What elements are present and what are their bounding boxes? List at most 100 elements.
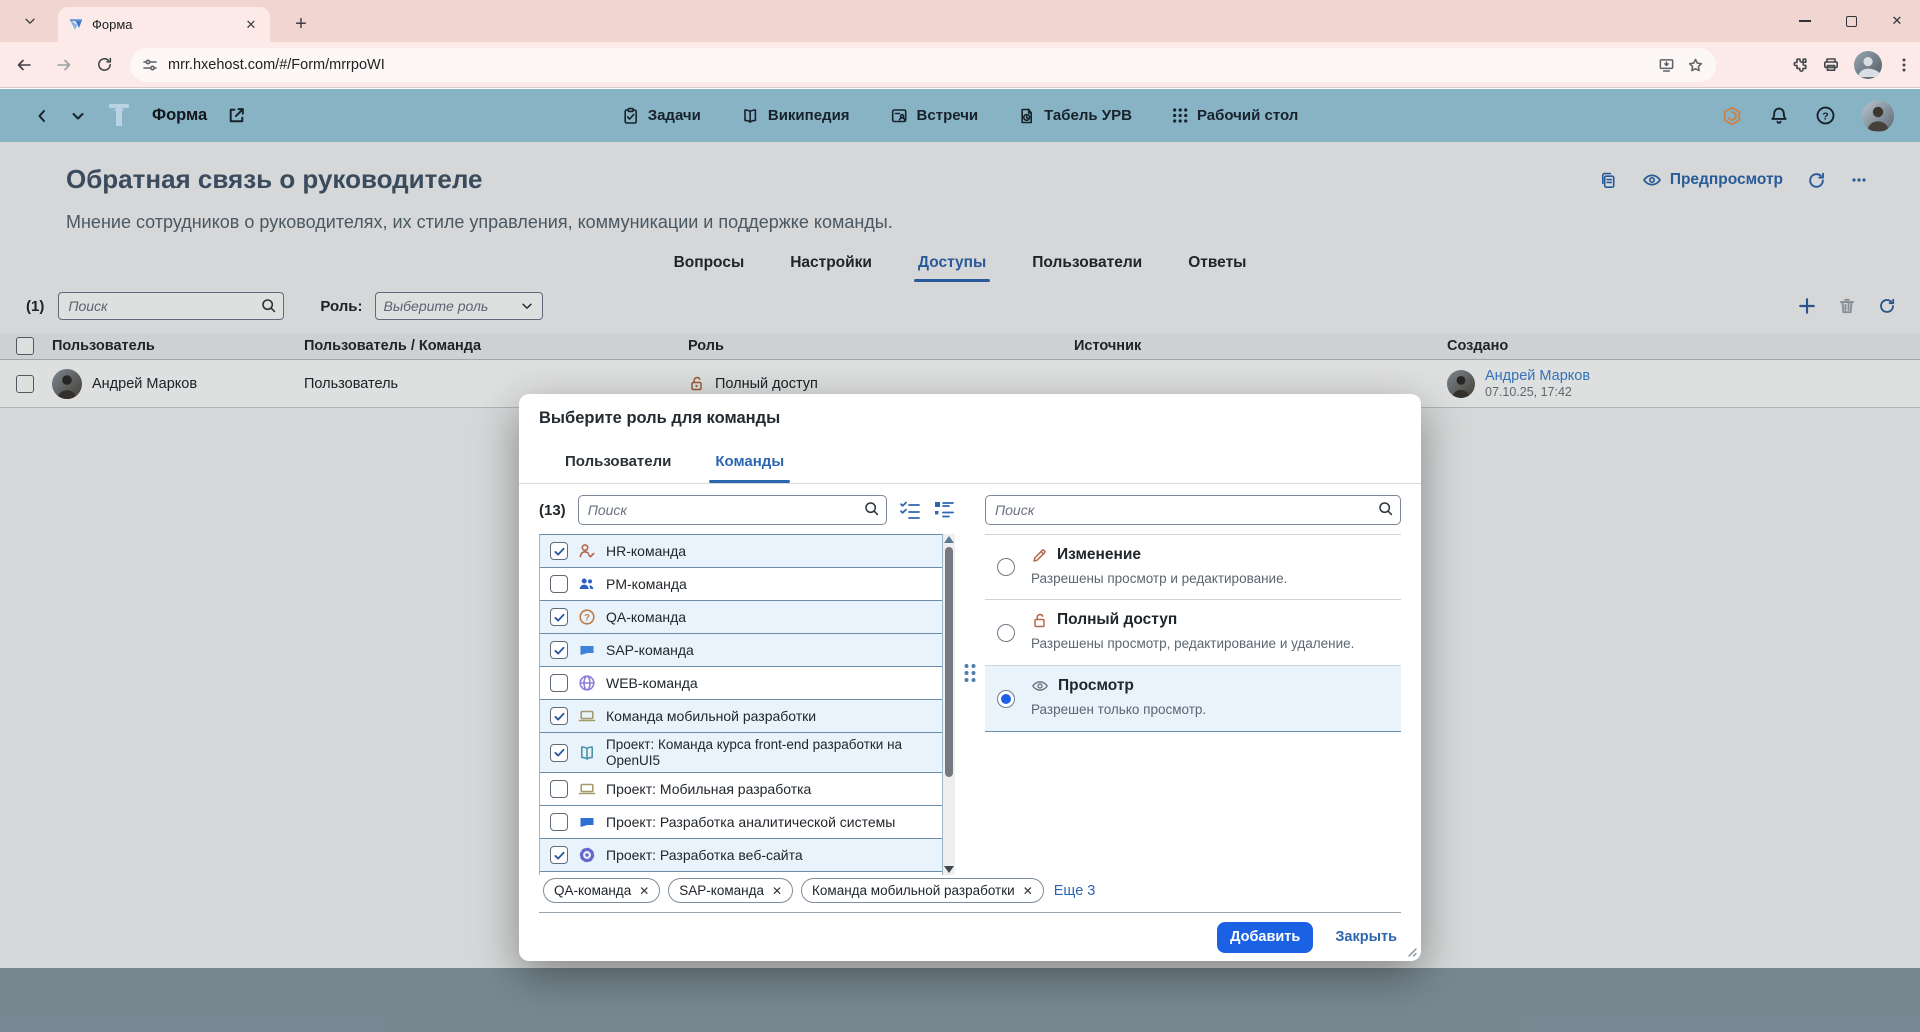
- multiselect-icon[interactable]: [899, 500, 921, 520]
- bookmark-star-icon[interactable]: [1687, 57, 1704, 74]
- new-tab-button[interactable]: +: [286, 9, 316, 39]
- team-checkbox[interactable]: [550, 641, 568, 659]
- url-text: mrr.hxehost.com/#/Form/mrrpoWI: [168, 57, 1646, 73]
- nav-item-wiki[interactable]: Википедия: [741, 107, 850, 125]
- roles-search: [985, 495, 1401, 525]
- role-option-full-access[interactable]: Полный доступ Разрешены просмотр, редакт…: [985, 600, 1401, 666]
- chip-remove-icon[interactable]: ✕: [639, 884, 649, 898]
- address-bar[interactable]: mrr.hxehost.com/#/Form/mrrpoWI: [130, 48, 1716, 82]
- team-row-mobile-team[interactable]: Команда мобильной разработки: [540, 700, 942, 733]
- open-external-icon[interactable]: [227, 106, 246, 125]
- teams-search: [578, 495, 887, 525]
- role-title: Изменение: [1057, 546, 1141, 564]
- list-view-icon[interactable]: [933, 500, 955, 520]
- teams-list: HR-команда PM-команда ?: [539, 534, 943, 875]
- window-minimize-button[interactable]: [1782, 0, 1828, 42]
- browser-profile-avatar[interactable]: [1854, 51, 1882, 79]
- selected-teams-field[interactable]: QA-команда ✕ SAP-команда ✕ Команда мобил…: [539, 875, 1401, 913]
- team-row-analytics-project[interactable]: Проект: Разработка аналитической системы: [540, 806, 942, 839]
- scroll-down-icon[interactable]: [944, 866, 954, 873]
- scrollbar-thumb[interactable]: [945, 547, 953, 777]
- team-label: Команда мобильной разработки: [606, 708, 936, 724]
- teams-search-input[interactable]: [578, 495, 887, 525]
- app-nav: Задачи Википедия Встречи Табель УРВ Рабо…: [622, 107, 1299, 125]
- team-checkbox[interactable]: [550, 674, 568, 692]
- add-button[interactable]: Добавить: [1217, 922, 1313, 953]
- pencil-icon: [1031, 547, 1048, 564]
- team-checkbox[interactable]: [550, 780, 568, 798]
- question-circle-icon: ?: [578, 608, 596, 626]
- person-check-icon: [578, 542, 596, 560]
- notifications-bell-icon[interactable]: [1769, 106, 1789, 126]
- user-avatar[interactable]: [1862, 100, 1894, 132]
- nav-label: Рабочий стол: [1197, 107, 1298, 124]
- window-maximize-button[interactable]: [1828, 0, 1874, 42]
- resize-handle-icon[interactable]: [1406, 946, 1417, 957]
- tab-close-icon[interactable]: ✕: [242, 16, 260, 34]
- team-row-hr[interactable]: HR-команда: [540, 535, 942, 568]
- search-icon[interactable]: [1377, 500, 1394, 517]
- browser-tab[interactable]: Форма ✕: [58, 7, 270, 42]
- role-radio[interactable]: [997, 558, 1015, 576]
- role-radio[interactable]: [997, 624, 1015, 642]
- close-button[interactable]: Закрыть: [1335, 929, 1397, 945]
- forward-button[interactable]: [48, 49, 80, 81]
- nav-item-tasks[interactable]: Задачи: [622, 107, 701, 125]
- meetings-icon: [890, 107, 909, 125]
- team-checkbox[interactable]: [550, 575, 568, 593]
- extensions-icon[interactable]: [1790, 56, 1808, 74]
- roles-panel: Изменение Разрешены просмотр и редактиро…: [985, 494, 1401, 875]
- install-app-icon[interactable]: [1658, 57, 1675, 74]
- site-settings-icon[interactable]: [142, 57, 158, 73]
- scroll-up-icon[interactable]: [944, 536, 954, 543]
- team-checkbox[interactable]: [550, 608, 568, 626]
- team-row-mobile-project[interactable]: Проект: Мобильная разработка: [540, 773, 942, 806]
- nav-item-meetings[interactable]: Встречи: [890, 107, 979, 125]
- team-row-openui5-course[interactable]: Проект: Команда курса front-end разработ…: [540, 733, 942, 773]
- browser-tabstrip: Форма ✕ + ✕: [0, 0, 1920, 42]
- grid-icon: [1172, 107, 1189, 124]
- team-checkbox[interactable]: [550, 846, 568, 864]
- team-row-pm[interactable]: PM-команда: [540, 568, 942, 601]
- browser-menu-icon[interactable]: [1896, 57, 1912, 73]
- team-label: HR-команда: [606, 543, 936, 559]
- team-row-website-project[interactable]: Проект: Разработка веб-сайта: [540, 839, 942, 872]
- window-close-button[interactable]: ✕: [1874, 0, 1920, 42]
- team-label: PM-команда: [606, 576, 936, 592]
- team-row-sap[interactable]: SAP-команда: [540, 634, 942, 667]
- role-option-view[interactable]: Просмотр Разрешен только просмотр.: [985, 666, 1401, 732]
- open-book-icon: [578, 744, 596, 762]
- nav-item-timesheet[interactable]: Табель УРВ: [1018, 107, 1132, 125]
- app-chevron-down-icon[interactable]: [70, 108, 86, 124]
- nav-item-desktop[interactable]: Рабочий стол: [1172, 107, 1298, 124]
- splitter-grip[interactable]: [965, 664, 976, 682]
- team-row-qa[interactable]: ? QA-команда: [540, 601, 942, 634]
- app-back-icon[interactable]: [34, 108, 50, 124]
- print-icon[interactable]: [1822, 56, 1840, 74]
- minimize-icon: [1799, 20, 1811, 22]
- teams-scrollbar[interactable]: [943, 534, 955, 875]
- dialog-tab-users[interactable]: Пользователи: [565, 440, 671, 483]
- help-icon[interactable]: ?: [1815, 105, 1836, 126]
- more-chips-link[interactable]: Еще 3: [1054, 883, 1096, 899]
- reload-button[interactable]: [88, 49, 120, 81]
- tab-search-button[interactable]: [16, 7, 44, 35]
- dialog-tab-teams[interactable]: Команды: [715, 440, 784, 483]
- team-checkbox[interactable]: [550, 707, 568, 725]
- team-checkbox[interactable]: [550, 542, 568, 560]
- roles-search-input[interactable]: [985, 495, 1401, 525]
- team-checkbox[interactable]: [550, 744, 568, 762]
- window-controls: ✕: [1782, 0, 1920, 42]
- team-checkbox[interactable]: [550, 813, 568, 831]
- role-option-edit[interactable]: Изменение Разрешены просмотр и редактиро…: [985, 534, 1401, 600]
- laptop-icon: [578, 780, 596, 798]
- role-radio-selected[interactable]: [997, 690, 1015, 708]
- product-ring-icon[interactable]: [1721, 105, 1743, 127]
- back-button[interactable]: [8, 49, 40, 81]
- chip-remove-icon[interactable]: ✕: [772, 884, 782, 898]
- search-icon[interactable]: [863, 500, 880, 517]
- team-row-web[interactable]: WEB-команда: [540, 667, 942, 700]
- chip-remove-icon[interactable]: ✕: [1023, 884, 1033, 898]
- dialog-title: Выберите роль для команды: [519, 394, 1421, 440]
- role-description: Разрешены просмотр, редактирование и уда…: [1031, 636, 1389, 651]
